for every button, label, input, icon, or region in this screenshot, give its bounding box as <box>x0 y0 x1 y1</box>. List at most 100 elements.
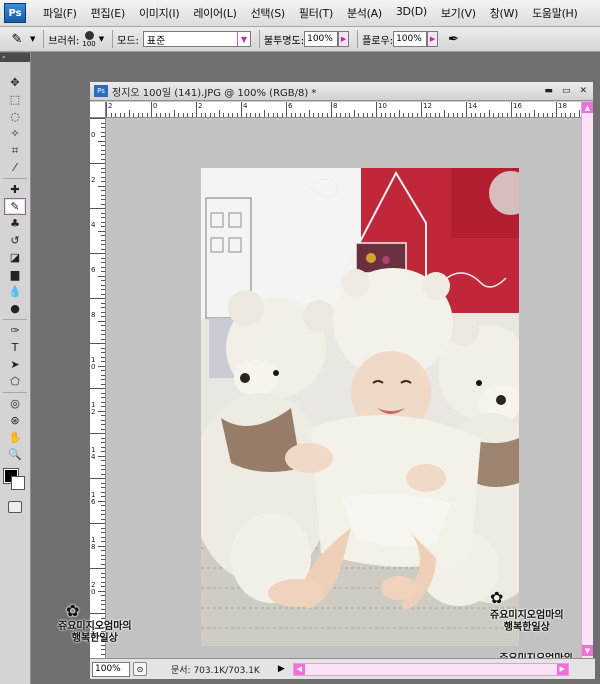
horizontal-ruler[interactable]: 2 0 2 4 6 8 10 12 14 16 18 <box>106 102 583 118</box>
close-icon[interactable]: ✕ <box>579 86 587 96</box>
healing-brush-tool-icon[interactable]: ✚ <box>4 181 26 198</box>
ruler-origin[interactable] <box>90 102 106 118</box>
blur-tool-icon[interactable]: 💧 <box>4 283 26 300</box>
menu-analysis[interactable]: 분석(A) <box>340 5 389 21</box>
shape-tool-icon[interactable]: ⬠ <box>4 373 26 390</box>
ruler-tick <box>90 388 105 389</box>
menu-view[interactable]: 보기(V) <box>434 5 483 21</box>
minimize-icon[interactable]: ▬ <box>544 86 553 96</box>
menu-3d[interactable]: 3D(D) <box>389 5 434 21</box>
eraser-tool-icon[interactable]: ◪ <box>4 249 26 266</box>
ruler-number: 2 <box>91 176 96 184</box>
ruler-tick <box>304 113 305 117</box>
ruler-tick <box>506 113 508 117</box>
vertical-ruler[interactable]: 024681 01 21 41 61 82 02 2 <box>90 118 106 658</box>
flow-field[interactable]: 100% <box>393 31 428 47</box>
history-brush-tool-icon[interactable]: ↺ <box>4 232 26 249</box>
ruler-tick <box>101 406 105 407</box>
ruler-tick <box>344 113 346 117</box>
options-bar: ✎ ▼ 브러쉬: 100 ▼ 모드: 표준 ▼ 불투명도: 100% ▶ 플로우… <box>0 27 600 52</box>
ruler-number: 2 <box>198 102 203 110</box>
status-menu-icon[interactable]: ⊙ <box>133 662 147 676</box>
chevron-down-icon[interactable]: ▼ <box>30 35 35 43</box>
canvas-area[interactable]: ✿ 쥬요미지오엄마의 행복한일상 ✿ 쥬요미지오엄마의 행복한일상 쥬요미지오엄… <box>58 119 583 664</box>
pen-tool-icon[interactable]: ✑ <box>4 322 26 339</box>
dodge-tool-icon[interactable]: ● <box>4 300 26 317</box>
path-selection-tool-icon[interactable]: ➤ <box>4 356 26 373</box>
opacity-slider-arrow-icon[interactable]: ▶ <box>338 31 350 47</box>
ruler-tick <box>259 113 260 117</box>
horizontal-scrollbar[interactable]: ◀ ▶ <box>292 662 569 676</box>
ruler-tick <box>142 113 143 117</box>
brush-tool-icon[interactable]: ✎ <box>4 198 26 215</box>
ruler-tick <box>268 113 269 117</box>
hand-tool-icon[interactable]: ✋ <box>4 429 26 446</box>
ruler-tick <box>90 478 105 479</box>
ruler-tick <box>101 518 105 520</box>
ruler-tick <box>101 559 105 560</box>
quick-mask-icon[interactable] <box>8 501 22 513</box>
clone-stamp-tool-icon[interactable]: ♣ <box>4 215 26 232</box>
ruler-tick <box>101 617 105 619</box>
menu-help[interactable]: 도움말(H) <box>525 5 584 21</box>
ruler-tick <box>101 527 105 529</box>
maximize-icon[interactable]: ▭ <box>562 86 571 96</box>
ruler-tick <box>101 451 105 452</box>
menu-layer[interactable]: 레이어(L) <box>186 5 243 21</box>
status-arrow-icon[interactable]: ▶ <box>278 664 285 674</box>
ruler-number: 1 8 <box>91 536 96 551</box>
ruler-tick <box>101 415 105 416</box>
brush-dot-icon <box>84 30 94 40</box>
ruler-tick <box>101 280 105 281</box>
scroll-left-icon[interactable]: ◀ <box>293 663 305 675</box>
ruler-tick <box>524 113 526 117</box>
ruler-tick <box>133 113 134 117</box>
toolbox-collapse-icon[interactable]: » <box>0 53 30 62</box>
3d-orbit-tool-icon[interactable]: ⊛ <box>4 412 26 429</box>
marquee-tool-icon[interactable]: ⬚ <box>4 91 26 108</box>
ruler-tick <box>101 505 105 506</box>
type-tool-icon[interactable]: T <box>4 339 26 356</box>
ruler-tick <box>187 113 188 117</box>
flow-slider-arrow-icon[interactable]: ▶ <box>427 31 439 47</box>
gradient-tool-icon[interactable]: ▆ <box>4 266 26 283</box>
brush-picker[interactable]: 100 <box>82 30 96 48</box>
chevron-down-icon[interactable]: ▼ <box>99 35 104 43</box>
menu-filter[interactable]: 필터(T) <box>292 5 340 21</box>
lasso-tool-icon[interactable]: ◌ <box>4 108 26 125</box>
opacity-field[interactable]: 100% <box>304 31 339 47</box>
ruler-tick <box>335 113 337 117</box>
divider <box>357 30 359 48</box>
scroll-down-icon[interactable]: ▼ <box>582 645 593 656</box>
ruler-tick <box>376 102 377 117</box>
photoshop-logo[interactable]: Ps <box>4 3 26 23</box>
menu-select[interactable]: 선택(S) <box>244 5 292 21</box>
mode-select[interactable]: 표준 ▼ <box>142 31 251 47</box>
ruler-tick <box>101 356 105 358</box>
ruler-tick <box>101 293 105 295</box>
menu-image[interactable]: 이미지(I) <box>132 5 186 21</box>
divider <box>43 30 45 48</box>
menu-window[interactable]: 창(W) <box>483 5 525 21</box>
move-tool-icon[interactable]: ✥ <box>4 74 26 91</box>
vertical-scrollbar[interactable]: ▲ ▼ <box>581 102 593 658</box>
crop-tool-icon[interactable]: ⌗ <box>4 142 26 159</box>
ruler-tick <box>90 118 105 119</box>
3d-rotate-tool-icon[interactable]: ◎ <box>4 395 26 412</box>
scroll-right-icon[interactable]: ▶ <box>556 663 568 675</box>
ruler-tick <box>101 316 105 317</box>
zoom-field[interactable]: 100% <box>92 661 130 677</box>
chevron-down-icon[interactable]: ▼ <box>236 32 250 46</box>
scroll-up-icon[interactable]: ▲ <box>582 102 593 113</box>
background-color-swatch[interactable] <box>11 476 25 490</box>
zoom-tool-icon[interactable]: 🔍 <box>4 446 26 463</box>
document-title-bar[interactable]: Ps 정지오 100일 (141).JPG @ 100% (RGB/8) * ▬… <box>90 82 593 101</box>
ruler-tick <box>560 113 562 117</box>
ruler-tick <box>520 113 521 117</box>
eyedropper-tool-icon[interactable]: ⁄ <box>4 159 26 176</box>
menu-edit[interactable]: 편집(E) <box>84 5 132 21</box>
brush-tool-preset-icon[interactable]: ✎ <box>4 29 30 50</box>
menu-file[interactable]: 파일(F) <box>36 5 84 21</box>
airbrush-icon[interactable]: ✒ <box>448 32 459 47</box>
magic-wand-tool-icon[interactable]: ✧ <box>4 125 26 142</box>
